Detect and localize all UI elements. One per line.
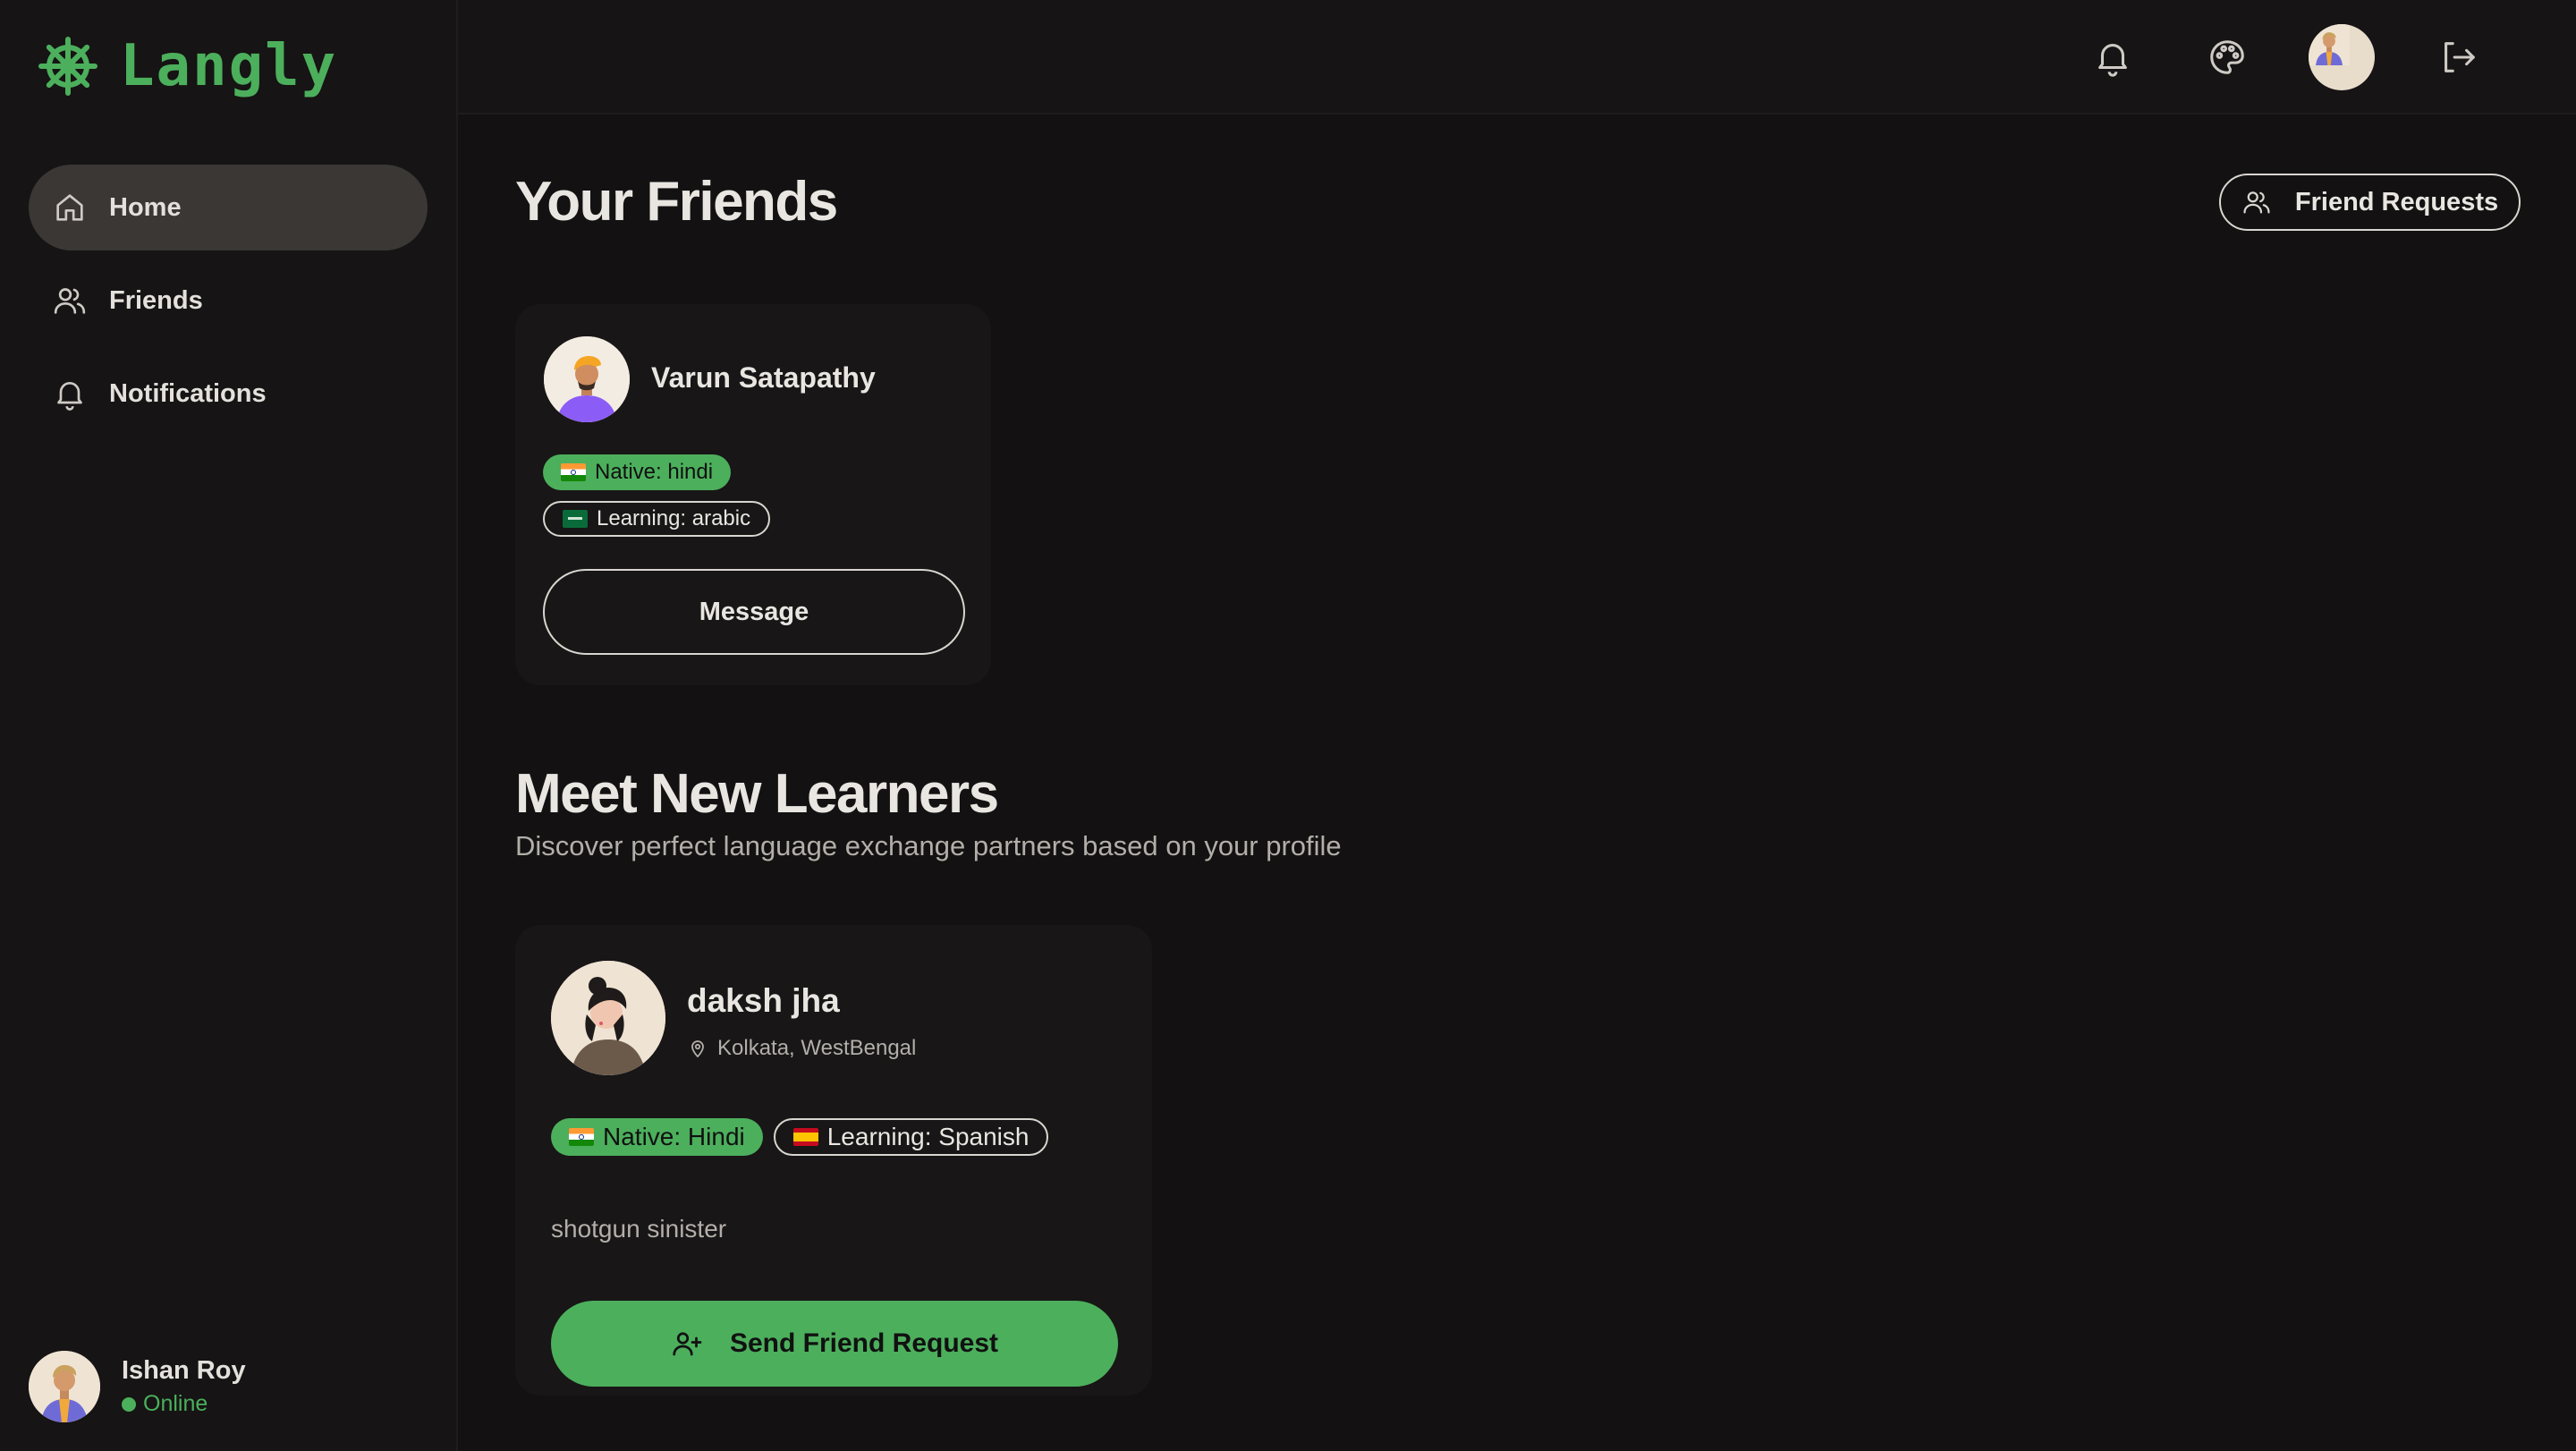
logout-button[interactable] bbox=[2422, 21, 2494, 93]
badge-text: Learning: Spanish bbox=[826, 1123, 1030, 1150]
sidebar-item-label: Friends bbox=[109, 285, 203, 315]
sidebar-item-friends[interactable]: Friends bbox=[29, 258, 428, 344]
friend-card: Varun Satapathy Native: hindi Learning: … bbox=[515, 304, 991, 685]
badge-text: Native: hindi bbox=[595, 460, 714, 484]
avatar bbox=[544, 336, 630, 422]
spain-flag-icon bbox=[792, 1128, 818, 1146]
sidebar: Langly Home Friends Notifications Ishan … bbox=[0, 0, 458, 1451]
location-text: Kolkata, WestBengal bbox=[717, 1036, 917, 1060]
status-dot bbox=[122, 1396, 136, 1412]
users-icon bbox=[54, 288, 86, 314]
badge-text: Native: Hindi bbox=[603, 1123, 745, 1150]
native-language-badge: Native: hindi bbox=[543, 454, 732, 490]
user-plus-icon bbox=[673, 1332, 702, 1356]
learner-bio: shotgun sinister bbox=[551, 1215, 727, 1243]
sidebar-item-label: Home bbox=[109, 192, 182, 222]
learners-section-title: Meet New Learners bbox=[515, 763, 999, 825]
user-name: Ishan Roy bbox=[122, 1356, 246, 1385]
avatar bbox=[29, 1351, 100, 1422]
friend-requests-label: Friend Requests bbox=[2294, 187, 2499, 216]
sidebar-item-notifications[interactable]: Notifications bbox=[29, 351, 428, 437]
ship-wheel-icon bbox=[38, 37, 97, 96]
sidebar-item-home[interactable]: Home bbox=[29, 165, 428, 250]
friends-section-title: Your Friends bbox=[515, 171, 838, 233]
learner-location: Kolkata, WestBengal bbox=[687, 1036, 916, 1061]
sidebar-nav: Home Friends Notifications bbox=[29, 165, 428, 444]
india-flag-icon bbox=[569, 1128, 594, 1146]
learner-name: daksh jha bbox=[687, 982, 840, 1019]
app-name: Langly bbox=[120, 33, 338, 99]
top-bar bbox=[458, 0, 2576, 115]
badge-text: Learning: arabic bbox=[597, 506, 751, 530]
logout-icon bbox=[2445, 42, 2475, 72]
friend-name: Varun Satapathy bbox=[651, 361, 876, 394]
learner-card: daksh jha Kolkata, WestBengal Native: Hi… bbox=[515, 925, 1152, 1396]
friend-requests-button[interactable]: Friend Requests bbox=[2219, 174, 2521, 231]
profile-avatar-button[interactable] bbox=[2306, 21, 2377, 93]
online-status: Online bbox=[122, 1391, 246, 1417]
theme-button[interactable] bbox=[2191, 21, 2263, 93]
bell-icon bbox=[2098, 44, 2127, 77]
learning-language-badge: Learning: arabic bbox=[543, 501, 771, 537]
native-language-badge: Native: Hindi bbox=[551, 1118, 763, 1156]
users-icon bbox=[2243, 191, 2270, 214]
sidebar-item-label: Notifications bbox=[109, 378, 267, 408]
app-logo[interactable]: Langly bbox=[36, 32, 337, 100]
message-button[interactable]: Message bbox=[543, 569, 965, 655]
notifications-button[interactable] bbox=[2077, 21, 2148, 93]
current-user[interactable]: Ishan Roy Online bbox=[29, 1351, 246, 1422]
saudi-flag-icon bbox=[563, 510, 588, 528]
avatar bbox=[551, 961, 665, 1075]
bell-icon bbox=[57, 382, 82, 411]
learners-section-subtitle: Discover perfect language exchange partn… bbox=[515, 830, 1342, 861]
map-pin-icon bbox=[691, 1040, 704, 1058]
avatar bbox=[2309, 24, 2375, 90]
send-friend-request-button[interactable]: Send Friend Request bbox=[551, 1301, 1118, 1387]
home-icon bbox=[56, 194, 83, 221]
india-flag-icon bbox=[561, 463, 586, 481]
status-text: Online bbox=[143, 1391, 208, 1416]
send-request-label: Send Friend Request bbox=[729, 1328, 999, 1358]
palette-icon bbox=[2210, 40, 2244, 74]
learning-language-badge: Learning: Spanish bbox=[773, 1118, 1049, 1156]
